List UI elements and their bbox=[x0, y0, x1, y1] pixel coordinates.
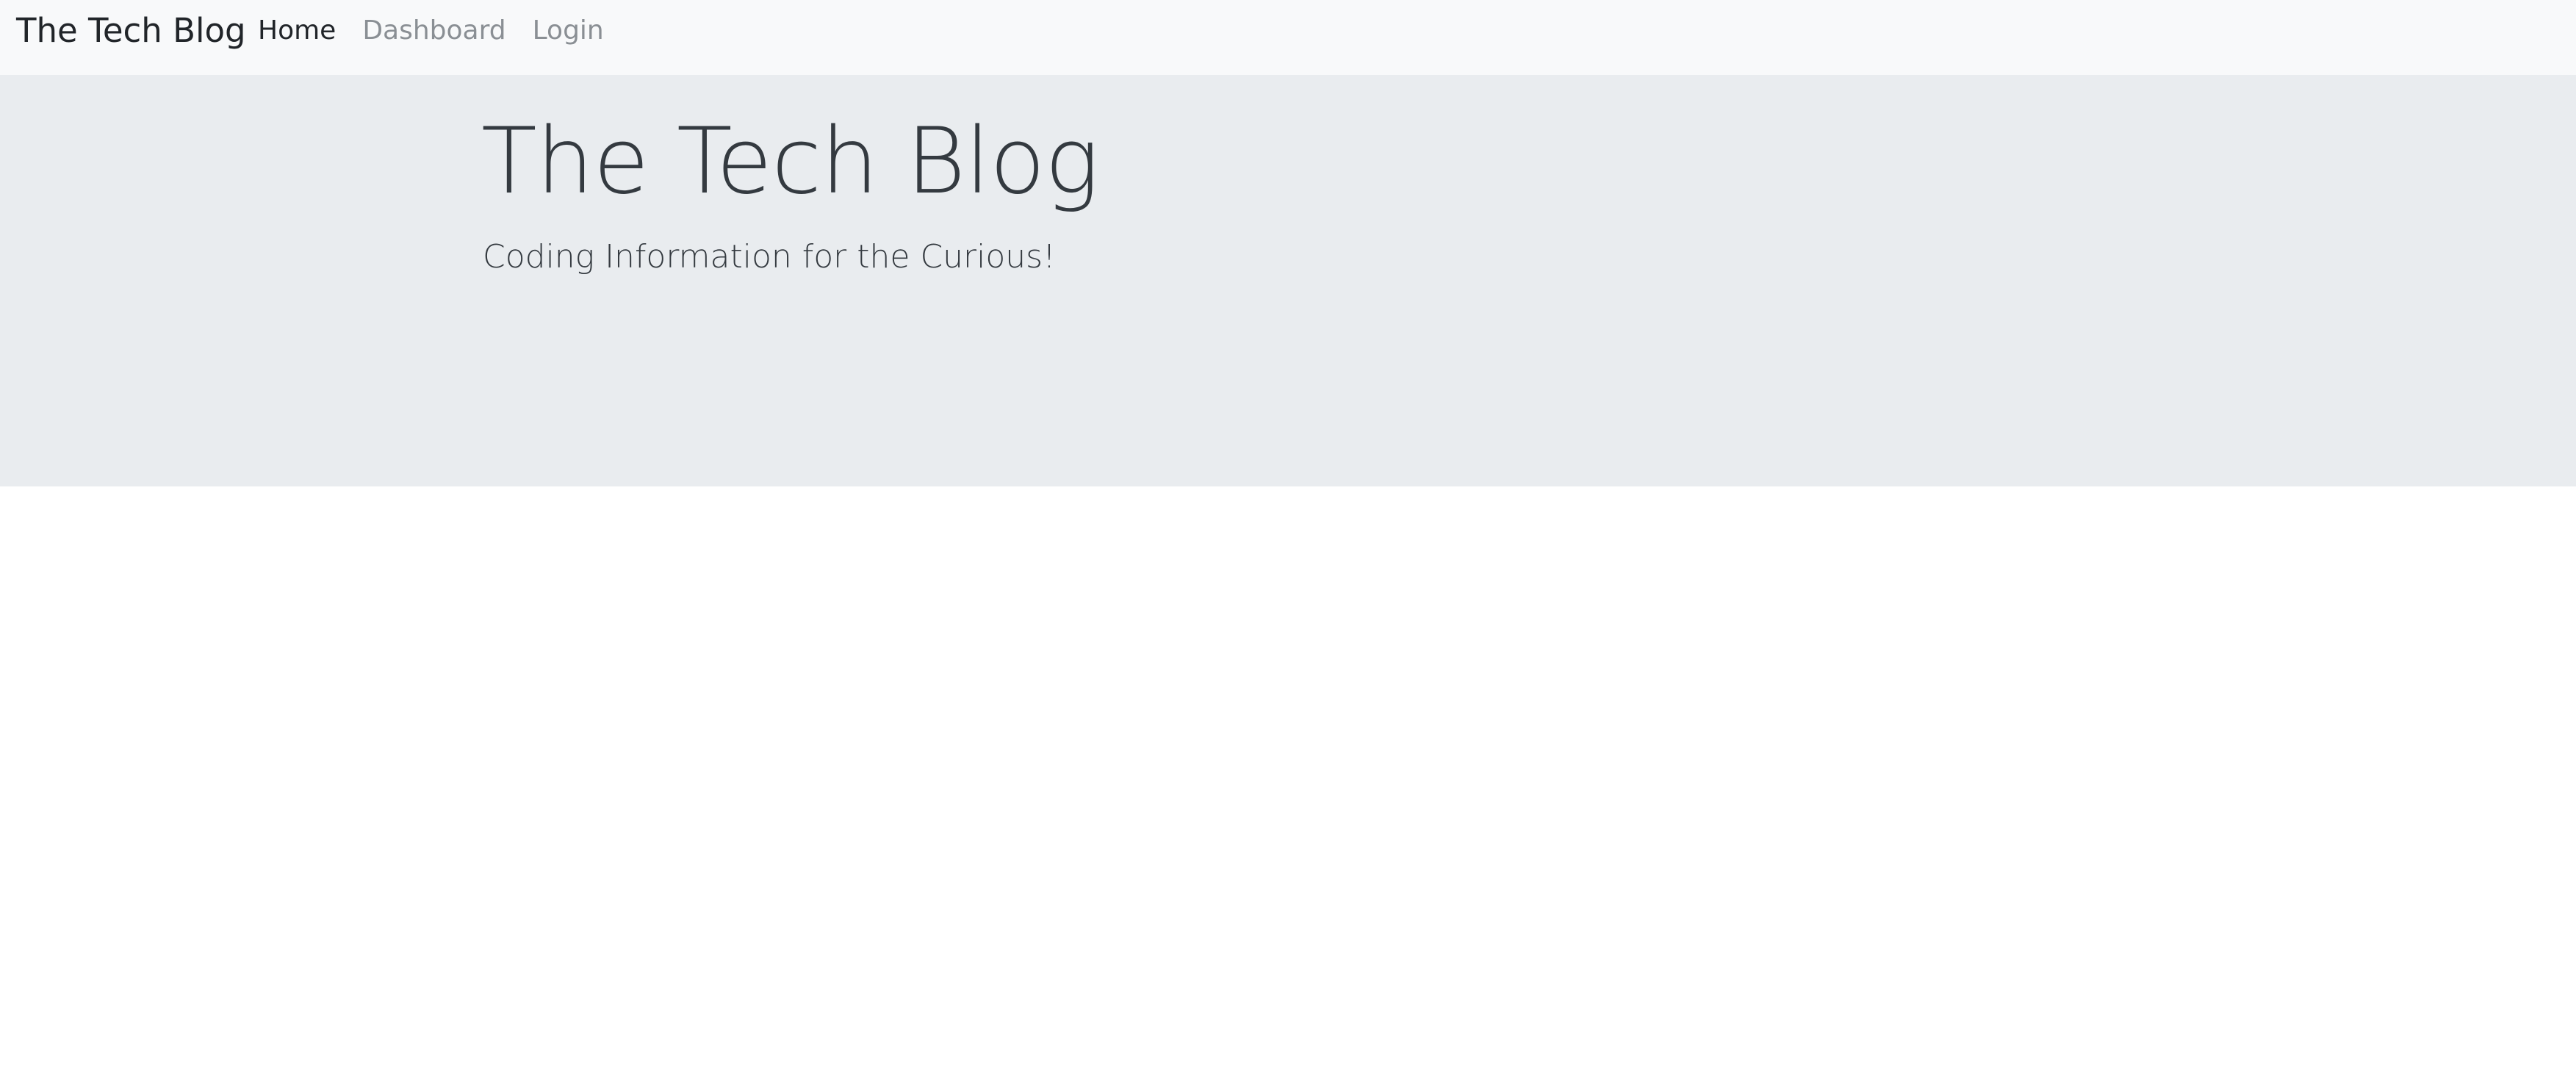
nav-link-dashboard[interactable]: Dashboard bbox=[362, 15, 506, 47]
nav-links: Home Dashboard Login bbox=[258, 15, 604, 47]
top-navbar: The Tech Blog Home Dashboard Login bbox=[0, 0, 2576, 75]
nav-link-login[interactable]: Login bbox=[533, 15, 604, 47]
hero-title: The Tech Blog bbox=[481, 109, 1099, 215]
navbar-brand-link[interactable]: The Tech Blog bbox=[16, 12, 246, 50]
hero-subtitle: Coding Information for the Curious! bbox=[483, 238, 1056, 276]
hero-banner bbox=[0, 75, 2576, 486]
nav-link-home[interactable]: Home bbox=[258, 15, 336, 47]
main-content-area bbox=[0, 486, 2576, 1089]
